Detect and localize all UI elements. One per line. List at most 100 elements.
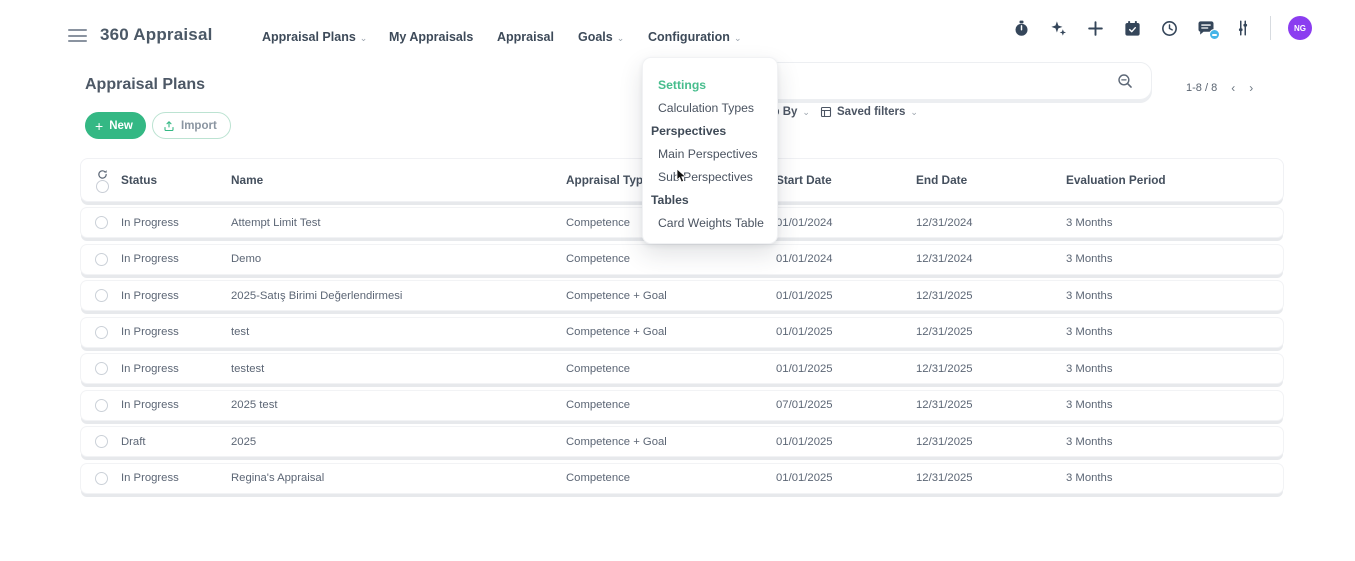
clock-icon[interactable]: [1159, 18, 1179, 38]
cell-name: Demo: [231, 253, 566, 265]
nav-appraisal[interactable]: Appraisal: [497, 30, 554, 44]
topbar-divider: [1270, 16, 1271, 40]
table-row[interactable]: In Progress 2025 test Competence 07/01/2…: [80, 390, 1284, 421]
cell-status: In Progress: [121, 326, 231, 338]
cell-evaluation-period: 3 Months: [1066, 326, 1283, 338]
new-button[interactable]: + New: [85, 112, 146, 139]
sliders-icon[interactable]: [1233, 18, 1253, 38]
user-avatar[interactable]: NG: [1288, 16, 1312, 40]
hamburger-menu-icon[interactable]: [68, 29, 87, 42]
cell-evaluation-period: 3 Months: [1066, 399, 1283, 411]
chevron-down-icon: ⌄: [910, 107, 918, 118]
sparkles-icon[interactable]: [1048, 18, 1068, 38]
cell-status: In Progress: [121, 290, 231, 302]
row-checkbox[interactable]: [95, 435, 108, 448]
table-selector-column: [81, 167, 121, 193]
header-status[interactable]: Status: [121, 173, 231, 187]
cell-name: 2025: [231, 436, 566, 448]
table-row[interactable]: Draft 2025 Competence + Goal 01/01/2025 …: [80, 426, 1284, 457]
cell-start-date: 07/01/2025: [776, 399, 916, 411]
table-row[interactable]: In Progress test Competence + Goal 01/01…: [80, 317, 1284, 348]
table-row[interactable]: In Progress Regina's Appraisal Competenc…: [80, 463, 1284, 494]
cell-type: Competence: [566, 472, 776, 484]
refresh-icon[interactable]: [97, 167, 108, 178]
cell-start-date: 01/01/2025: [776, 436, 916, 448]
cell-end-date: 12/31/2025: [916, 436, 1066, 448]
cell-name: test: [231, 326, 566, 338]
menu-item-settings[interactable]: Settings: [643, 74, 777, 97]
select-all-checkbox[interactable]: [96, 180, 109, 193]
chevron-down-icon: ⌄: [802, 107, 810, 118]
cell-type: Competence + Goal: [566, 326, 776, 338]
cell-evaluation-period: 3 Months: [1066, 363, 1283, 375]
nav-goals[interactable]: Goals⌄: [578, 30, 624, 44]
menu-item-card-weights-table[interactable]: Card Weights Table: [643, 212, 777, 235]
row-checkbox[interactable]: [95, 472, 108, 485]
next-page-button[interactable]: ›: [1249, 82, 1253, 94]
cell-end-date: 12/31/2025: [916, 399, 1066, 411]
cell-name: Regina's Appraisal: [231, 472, 566, 484]
cell-start-date: 01/01/2025: [776, 472, 916, 484]
import-button[interactable]: Import: [152, 112, 231, 139]
timer-icon[interactable]: [1011, 18, 1031, 38]
cell-status: In Progress: [121, 399, 231, 411]
row-checkbox[interactable]: [95, 289, 108, 302]
cell-type: Competence: [566, 399, 776, 411]
cell-start-date: 01/01/2025: [776, 326, 916, 338]
chat-icon[interactable]: [1196, 18, 1216, 38]
row-checkbox[interactable]: [95, 362, 108, 375]
cell-end-date: 12/31/2025: [916, 363, 1066, 375]
search-zoom-icon[interactable]: [1116, 72, 1135, 96]
cell-start-date: 01/01/2025: [776, 363, 916, 375]
cell-status: Draft: [121, 436, 231, 448]
table-row[interactable]: In Progress Demo Competence 01/01/2024 1…: [80, 244, 1284, 275]
cell-name: testest: [231, 363, 566, 375]
cell-end-date: 12/31/2025: [916, 472, 1066, 484]
nav-my-appraisals[interactable]: My Appraisals: [389, 30, 473, 44]
plus-icon[interactable]: [1085, 18, 1105, 38]
menu-section-tables: Tables: [643, 189, 777, 212]
calendar-check-icon[interactable]: [1122, 18, 1142, 38]
table-row[interactable]: In Progress 2025-Satış Birimi Değerlendi…: [80, 280, 1284, 311]
chevron-down-icon: ⌄: [617, 33, 625, 43]
menu-item-main-perspectives[interactable]: Main Perspectives: [643, 143, 777, 166]
row-checkbox[interactable]: [95, 399, 108, 412]
app-title: 360 Appraisal: [100, 25, 213, 45]
row-checkbox[interactable]: [95, 253, 108, 266]
row-checkbox[interactable]: [95, 326, 108, 339]
cell-name: 2025-Satış Birimi Değerlendirmesi: [231, 290, 566, 302]
page-title: Appraisal Plans: [85, 76, 205, 94]
cell-status: In Progress: [121, 472, 231, 484]
chevron-down-icon: ⌄: [734, 33, 742, 43]
cell-evaluation-period: 3 Months: [1066, 253, 1283, 265]
cell-type: Competence: [566, 253, 776, 265]
cell-status: In Progress: [121, 253, 231, 265]
mouse-cursor-icon: [676, 168, 688, 189]
cell-status: In Progress: [121, 363, 231, 375]
nav-configuration[interactable]: Configuration⌄: [648, 30, 741, 44]
cell-status: In Progress: [121, 217, 231, 229]
header-end-date[interactable]: End Date: [916, 173, 1066, 187]
menu-item-sub-perspectives[interactable]: Sub Perspectives: [643, 166, 777, 189]
header-evaluation-period[interactable]: Evaluation Period: [1066, 173, 1283, 187]
top-navigation-bar: 360 Appraisal Appraisal Plans⌄ My Apprai…: [0, 0, 1355, 56]
saved-filters-button[interactable]: Saved filters⌄: [820, 106, 918, 118]
row-checkbox[interactable]: [95, 216, 108, 229]
cell-evaluation-period: 3 Months: [1066, 436, 1283, 448]
chevron-down-icon: ⌄: [360, 33, 368, 43]
cell-type: Competence + Goal: [566, 436, 776, 448]
cell-start-date: 01/01/2025: [776, 290, 916, 302]
table-row[interactable]: In Progress testest Competence 01/01/202…: [80, 353, 1284, 384]
cell-end-date: 12/31/2025: [916, 290, 1066, 302]
header-start-date[interactable]: Start Date: [776, 173, 916, 187]
plus-icon: +: [95, 119, 103, 133]
cell-evaluation-period: 3 Months: [1066, 472, 1283, 484]
menu-item-calculation-types[interactable]: Calculation Types: [643, 97, 777, 120]
pagination: 1-8 / 8 ‹ ›: [1186, 82, 1253, 94]
saved-filters-icon: [820, 106, 832, 118]
prev-page-button[interactable]: ‹: [1231, 82, 1235, 94]
configuration-dropdown-menu: Settings Calculation Types Perspectives …: [642, 57, 778, 244]
cell-name: 2025 test: [231, 399, 566, 411]
header-name[interactable]: Name: [231, 173, 566, 187]
nav-appraisal-plans[interactable]: Appraisal Plans⌄: [262, 30, 367, 44]
